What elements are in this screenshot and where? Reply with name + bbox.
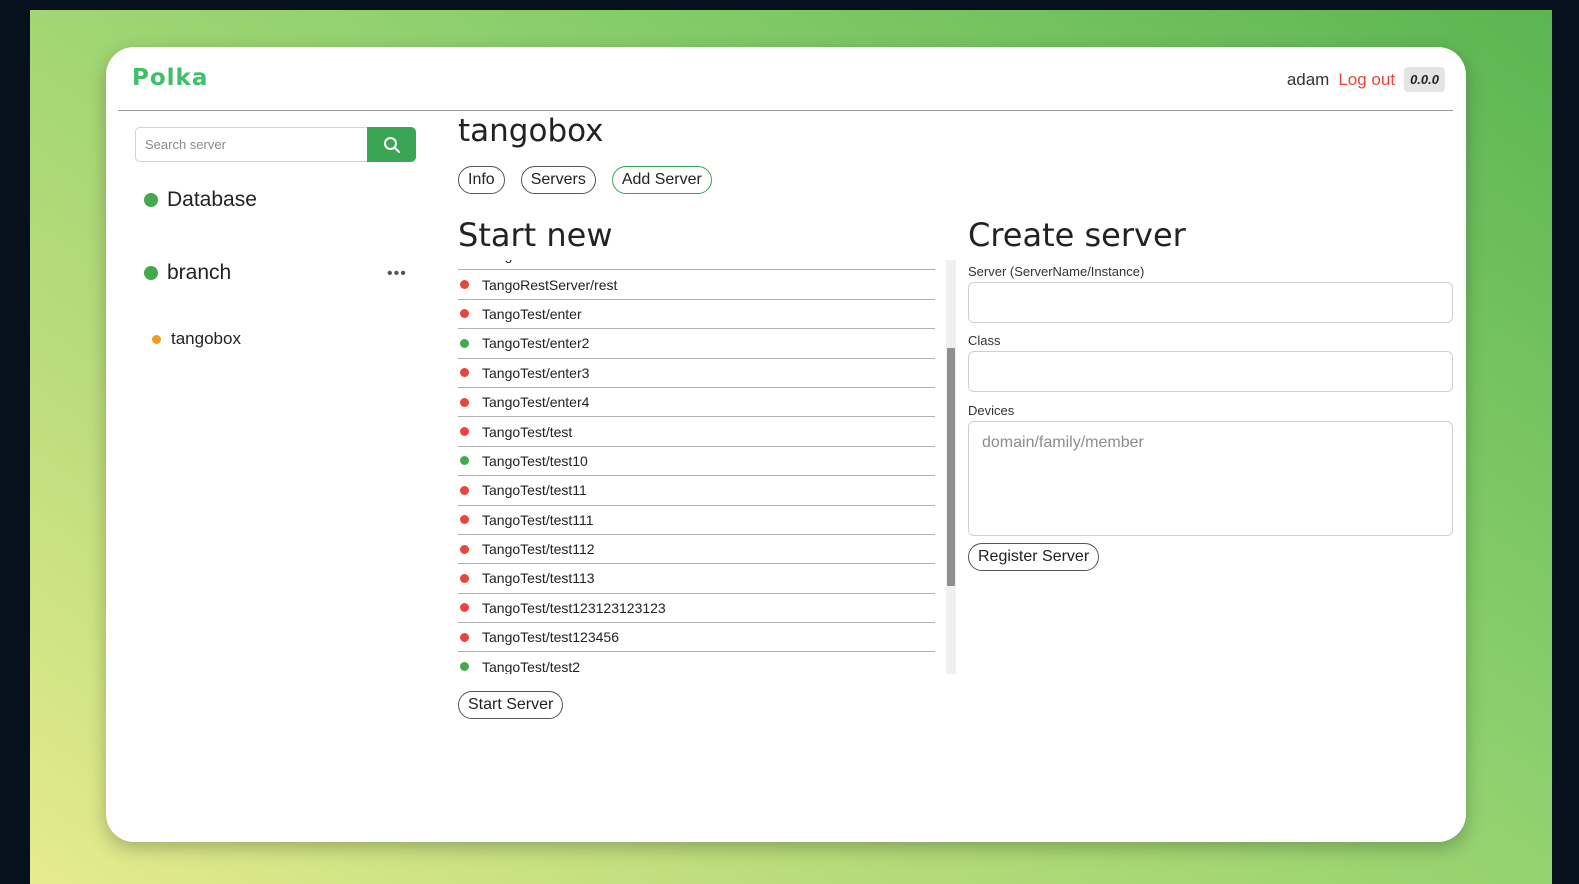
- devices-textarea[interactable]: [968, 421, 1453, 536]
- server-list-item-label: TangoTest/test112: [482, 541, 595, 558]
- status-dot: [460, 338, 469, 348]
- status-dot: [144, 266, 158, 280]
- brand-logo[interactable]: Polka: [132, 65, 208, 91]
- server-list-item-label: TangoTest/test123123123123: [482, 599, 666, 616]
- server-list-items: TangoAccessControl/1 TangoRestServer/rest…: [458, 260, 935, 674]
- status-dot: [152, 334, 161, 344]
- tab-info[interactable]: Info: [458, 166, 505, 194]
- status-dot: [460, 427, 469, 437]
- register-server-button[interactable]: Register Server: [968, 543, 1100, 571]
- server-list-item[interactable]: TangoTest/test10: [458, 447, 935, 477]
- server-list-item[interactable]: TangoAccessControl/1: [458, 260, 935, 271]
- server-name-input[interactable]: [968, 282, 1453, 323]
- create-server-heading: Create server: [968, 216, 1186, 254]
- status-dot: [460, 309, 469, 319]
- logout-link[interactable]: Log out: [1338, 70, 1395, 90]
- server-list-item-label: TangoTest/enter2: [482, 335, 590, 352]
- status-dot: [460, 456, 469, 466]
- version-badge: 0.0.0: [1404, 67, 1445, 92]
- server-list-item[interactable]: TangoTest/test111: [458, 506, 935, 535]
- server-list-item-label: TangoTest/test10: [482, 452, 588, 469]
- status-dot: [460, 544, 469, 554]
- status-dot: [460, 603, 469, 613]
- status-dot: [460, 280, 469, 290]
- server-list-item[interactable]: TangoTest/enter2: [458, 329, 935, 359]
- server-list-item[interactable]: TangoTest/test11: [458, 476, 935, 506]
- class-input[interactable]: [968, 351, 1453, 392]
- server-list-item-label: TangoTest/test: [482, 423, 573, 440]
- server-list-item[interactable]: TangoTest/enter4: [458, 388, 935, 418]
- tab-servers[interactable]: Servers: [520, 166, 596, 194]
- server-list-item-label: TangoTest/enter3: [482, 364, 590, 381]
- search-button[interactable]: [367, 127, 416, 162]
- top-bar: Polka adam Log out 0.0.0: [118, 47, 1453, 111]
- app-window: Polka adam Log out 0.0.0 Database branch…: [106, 47, 1466, 842]
- status-dot: [460, 662, 469, 672]
- server-list-item[interactable]: TangoTest/enter: [458, 300, 935, 330]
- search-icon: [383, 136, 400, 153]
- status-dot: [144, 193, 158, 207]
- tree-item-branch[interactable]: branch: [144, 261, 231, 285]
- server-list-item-label: TangoTest/enter: [482, 305, 582, 322]
- tree-item-label: Database: [167, 188, 257, 211]
- server-list-item[interactable]: TangoTest/test112: [458, 535, 935, 565]
- start-server-button[interactable]: Start Server: [458, 691, 564, 719]
- tab-add-server[interactable]: Add Server: [611, 166, 712, 194]
- server-list-item[interactable]: TangoTest/test123456: [458, 623, 935, 653]
- server-list-item-label: TangoTest/test113: [482, 570, 595, 587]
- tab-bar: Info Servers Add Server: [458, 166, 712, 194]
- server-list-item[interactable]: TangoTest/test113: [458, 564, 935, 594]
- page-title: tangobox: [458, 113, 604, 149]
- tree-item-label: tangobox: [171, 329, 241, 348]
- status-dot: [460, 515, 469, 525]
- server-list-item-label: TangoTest/enter4: [482, 394, 590, 411]
- more-options-icon[interactable]: •••: [387, 265, 407, 283]
- start-new-heading: Start new: [458, 216, 613, 254]
- search-input[interactable]: [135, 127, 367, 162]
- status-dot: [460, 485, 469, 495]
- status-dot: [460, 632, 469, 642]
- class-field-label: Class: [968, 333, 1001, 348]
- server-list-item-label: TangoTest/test11: [482, 482, 587, 499]
- server-field-label: Server (ServerName/Instance): [968, 264, 1145, 279]
- server-list[interactable]: TangoAccessControl/1 TangoRestServer/rest…: [458, 260, 956, 674]
- server-list-item[interactable]: TangoTest/test123123123123: [458, 594, 935, 624]
- server-list-item[interactable]: TangoTest/test: [458, 417, 935, 447]
- status-dot: [460, 573, 469, 583]
- server-list-item[interactable]: TangoTest/test2: [458, 652, 935, 674]
- user-area: adam Log out 0.0.0: [1287, 67, 1445, 92]
- tree-item-database[interactable]: Database: [144, 188, 257, 212]
- server-list-item-label: TangoRestServer/rest: [482, 276, 618, 293]
- server-list-item[interactable]: TangoTest/enter3: [458, 359, 935, 388]
- tree-item-tangobox[interactable]: tangobox: [152, 329, 241, 349]
- status-dot: [460, 368, 469, 378]
- server-search: [135, 127, 416, 162]
- tree-item-label: branch: [167, 261, 232, 284]
- server-list-item-label: TangoTest/test111: [482, 511, 594, 528]
- scrollbar-thumb[interactable]: [947, 348, 955, 586]
- server-list-item-label: TangoTest/test123456: [482, 629, 619, 646]
- server-list-item-label: TangoTest/test2: [482, 658, 581, 674]
- scrollbar-track[interactable]: [946, 260, 956, 674]
- server-list-item-label: TangoAccessControl/1: [482, 260, 622, 263]
- devices-field-label: Devices: [968, 403, 1015, 418]
- username: adam: [1286, 69, 1330, 89]
- status-dot: [460, 397, 469, 407]
- server-list-item[interactable]: TangoRestServer/rest: [458, 270, 935, 300]
